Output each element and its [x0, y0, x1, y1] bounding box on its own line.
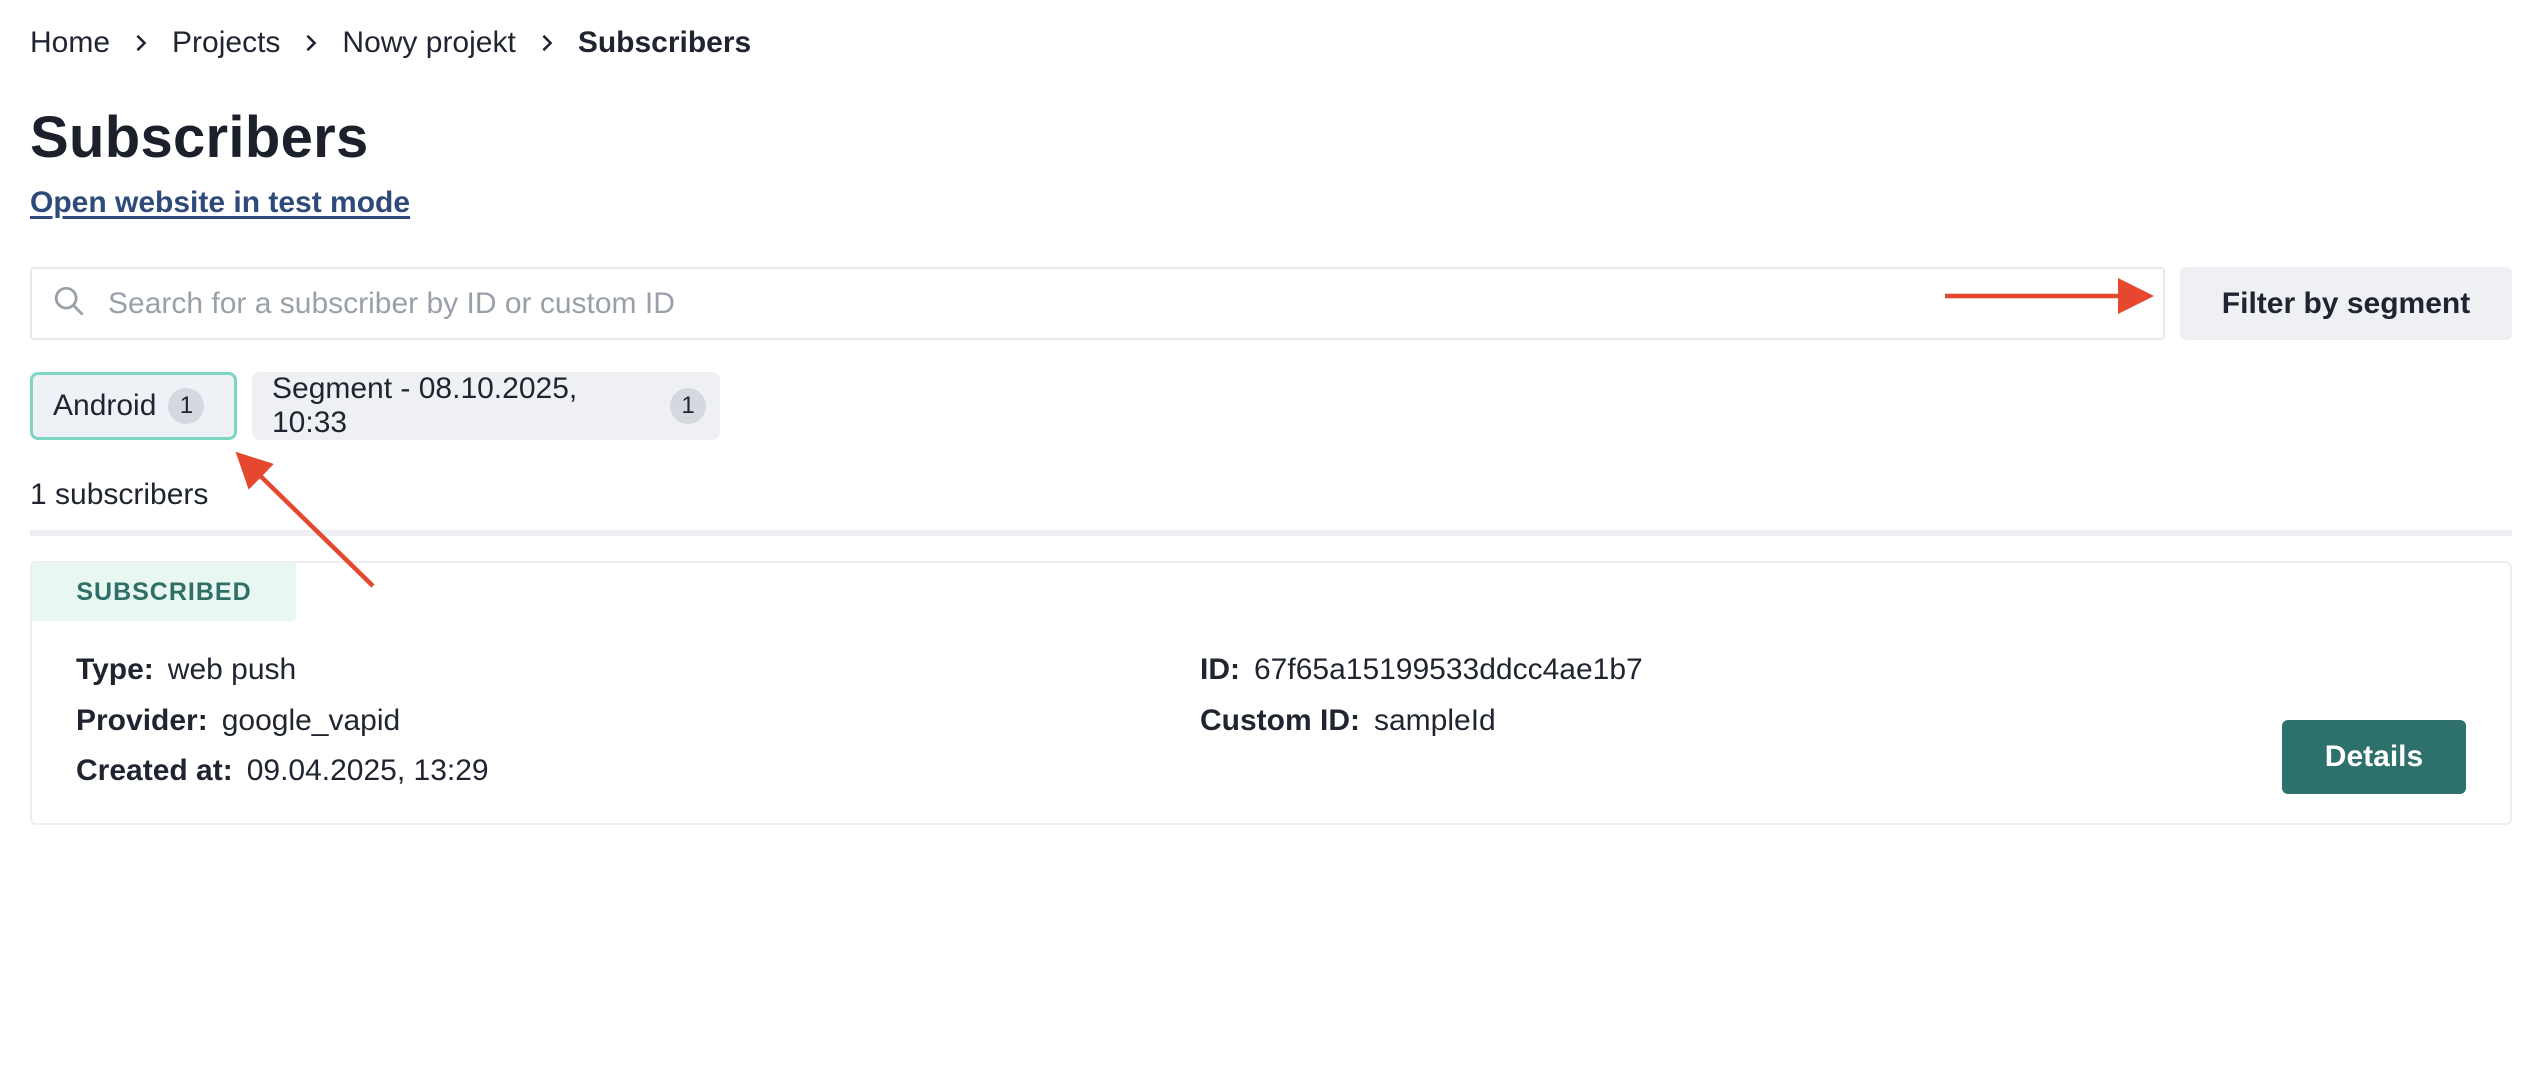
- field-label: Type:: [76, 653, 154, 686]
- breadcrumb-home[interactable]: Home: [30, 26, 110, 60]
- chevron-right-icon: [538, 34, 556, 52]
- chip-count-badge: 1: [670, 388, 706, 424]
- field-label: Custom ID:: [1200, 704, 1360, 737]
- field-value: google_vapid: [221, 704, 401, 737]
- chip-count-badge: 1: [168, 388, 205, 424]
- breadcrumb: Home Projects Nowy projekt Subscribers: [30, 26, 751, 60]
- search-input[interactable]: [108, 286, 1908, 321]
- chip-android[interactable]: Android 1: [30, 372, 237, 440]
- chevron-right-icon: [302, 34, 320, 52]
- page-title: Subscribers: [30, 105, 369, 170]
- field-id: ID: 67f65a15199533ddcc4ae1b7: [1200, 653, 1643, 687]
- field-label: Provider:: [76, 704, 208, 737]
- details-button[interactable]: Details: [2282, 720, 2466, 794]
- status-badge: SUBSCRIBED: [32, 563, 296, 621]
- breadcrumb-projects[interactable]: Projects: [172, 26, 280, 60]
- filter-by-segment-button[interactable]: Filter by segment: [2180, 267, 2512, 340]
- subscriber-count: 1 subscribers: [30, 478, 209, 511]
- chip-label: Android: [53, 389, 157, 422]
- search-icon: [52, 284, 86, 323]
- subscriber-card: SUBSCRIBED Type: web push Provider: google…: [30, 561, 2512, 825]
- field-value: web push: [167, 653, 297, 686]
- field-value: 09.04.2025, 13:29: [246, 754, 489, 787]
- field-created-at: Created at: 09.04.2025, 13:29: [76, 754, 489, 788]
- divider: [30, 530, 2512, 536]
- field-type: Type: web push: [76, 653, 296, 687]
- page: Home Projects Nowy projekt Subscribers S…: [0, 0, 2534, 1086]
- field-provider: Provider: google_vapid: [76, 704, 400, 738]
- field-value: sampleId: [1374, 704, 1496, 737]
- field-custom-id: Custom ID: sampleId: [1200, 704, 1496, 738]
- chip-label: Segment - 08.10.2025, 10:33: [272, 372, 578, 439]
- breadcrumb-project[interactable]: Nowy projekt: [342, 26, 515, 60]
- search-box[interactable]: [30, 267, 2165, 340]
- open-test-mode-link[interactable]: Open website in test mode: [30, 186, 410, 220]
- annotation-overlay: [235, 278, 2154, 588]
- breadcrumb-current: Subscribers: [577, 26, 752, 59]
- chip-segment[interactable]: Segment - 08.10.2025, 10:33 1: [252, 372, 720, 440]
- field-label: Created at:: [76, 754, 233, 787]
- field-value: 67f65a15199533ddcc4ae1b7: [1254, 653, 1643, 686]
- field-label: ID:: [1200, 653, 1240, 686]
- chevron-right-icon: [132, 34, 150, 52]
